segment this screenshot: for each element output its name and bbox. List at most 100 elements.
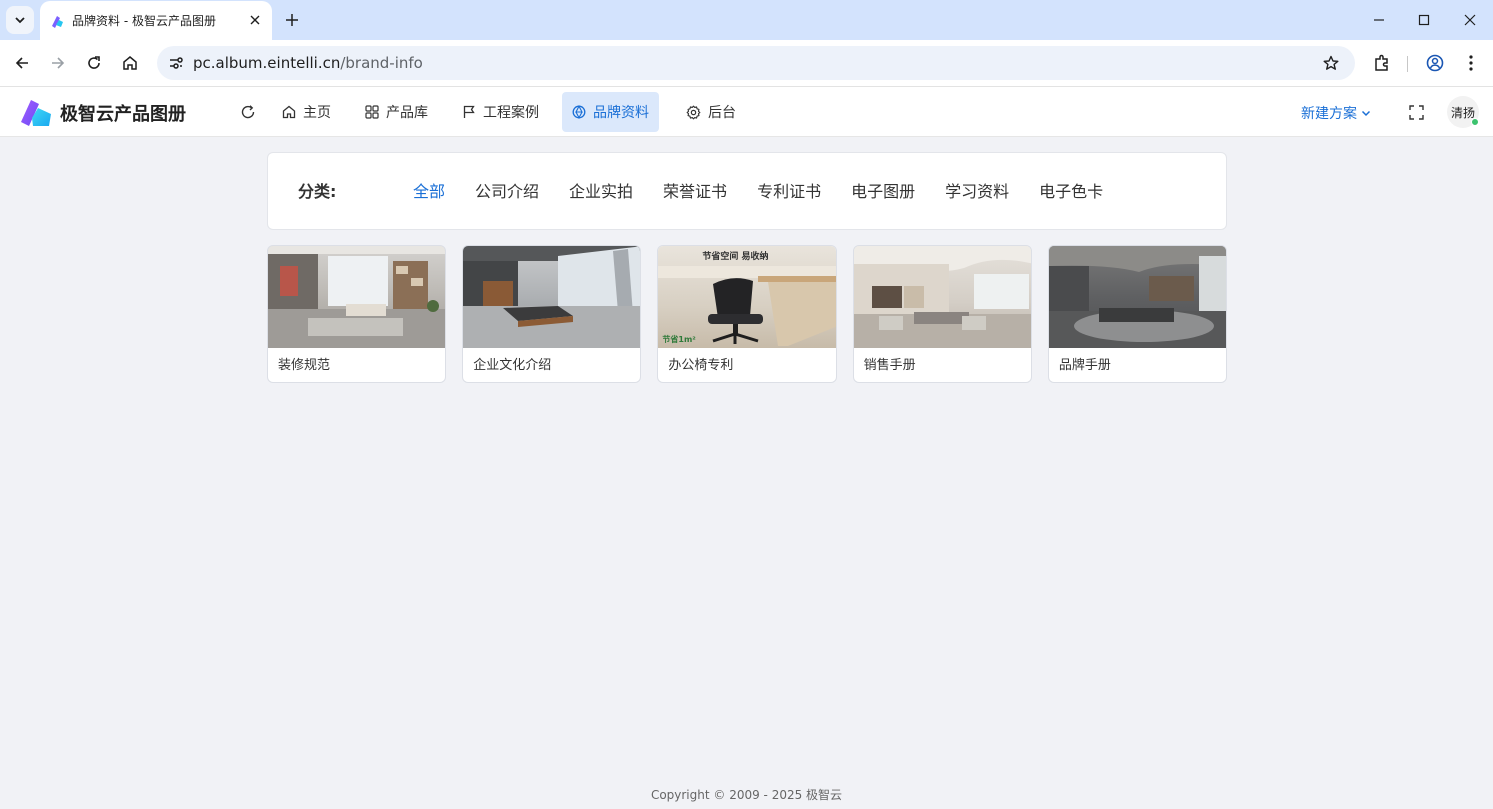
nav-home[interactable]: 主页: [272, 92, 341, 132]
reload-button[interactable]: [82, 51, 106, 75]
nav-backend[interactable]: 后台: [676, 92, 746, 132]
url-host: pc.album.eintelli.cn: [193, 54, 341, 72]
window-close-button[interactable]: [1458, 8, 1482, 32]
brand-icon: [572, 105, 586, 119]
window-minimize-button[interactable]: [1367, 8, 1391, 32]
fullscreen-icon: [1408, 104, 1424, 120]
category-e-catalog[interactable]: 电子图册: [851, 178, 915, 202]
chevron-down-icon: [1361, 110, 1371, 117]
nav-engineering-cases[interactable]: 工程案例: [452, 92, 549, 132]
category-honor-certificates[interactable]: 荣誉证书: [663, 178, 727, 202]
profile-icon: [1426, 54, 1444, 72]
user-name: 清扬: [1450, 105, 1475, 120]
tab-search-button[interactable]: [6, 6, 34, 34]
image-caption-bottom: 节省1m²: [662, 335, 696, 344]
tab-title: 品牌资料 - 极智云产品图册: [72, 14, 216, 28]
url-text: pc.album.eintelli.cn/brand-info: [193, 54, 423, 72]
tune-icon: [170, 57, 183, 69]
maximize-icon: [1418, 14, 1430, 26]
window-maximize-button[interactable]: [1412, 8, 1436, 32]
home-button[interactable]: [118, 51, 142, 75]
flag-icon: [463, 105, 475, 118]
toolbar-divider: [1407, 56, 1408, 72]
bookmark-button[interactable]: [1319, 51, 1343, 75]
category-filter-panel: 分类: 全部 公司介绍 企业实拍 荣誉证书 专利证书 电子图册 学习资料 电子色…: [267, 152, 1227, 230]
close-icon: [1464, 14, 1476, 26]
office-interior-image: [268, 246, 446, 348]
brand-name: 极智云产品图册: [60, 104, 186, 125]
image-caption-top: 节省空间 易收纳: [702, 252, 769, 262]
card-thumbnail: [853, 246, 1031, 348]
browser-tab-active[interactable]: 品牌资料 - 极智云产品图册: [40, 1, 272, 40]
category-list: 全部 公司介绍 企业实拍 荣誉证书 专利证书 电子图册 学习资料 电子色卡: [413, 178, 1103, 202]
material-card[interactable]: 品牌手册: [1047, 245, 1228, 383]
office-interior-image: [1048, 246, 1227, 348]
tab-close-button[interactable]: [246, 11, 264, 29]
category-patent-certificates[interactable]: 专利证书: [757, 178, 821, 202]
material-card[interactable]: 销售手册: [852, 245, 1032, 383]
filter-label: 分类:: [298, 182, 337, 201]
new-tab-button[interactable]: [281, 9, 303, 31]
card-thumbnail: 节省空间 易收纳 节省1m²: [658, 246, 836, 348]
brand-logo-icon: [21, 100, 51, 126]
card-thumbnail: [463, 246, 641, 348]
site-logo-icon: [52, 16, 63, 28]
home-icon: [282, 105, 296, 119]
refresh-icon: [241, 105, 255, 119]
home-icon: [123, 56, 137, 70]
nav-label: 品牌资料: [593, 105, 649, 121]
card-title: 企业文化介绍: [473, 358, 552, 373]
material-card[interactable]: 企业文化介绍: [462, 245, 642, 383]
online-status-dot: [1471, 118, 1479, 126]
refresh-button[interactable]: [239, 103, 257, 121]
nav-label: 后台: [708, 105, 736, 121]
category-learning-materials[interactable]: 学习资料: [945, 178, 1009, 202]
close-icon: [250, 15, 260, 25]
more-vert-icon: [1469, 55, 1473, 71]
card-title: 品牌手册: [1058, 358, 1111, 373]
url-path: /brand-info: [340, 54, 423, 72]
nav-label: 主页: [303, 105, 331, 121]
browser-tab-strip: 品牌资料 - 极智云产品图册: [0, 0, 1493, 40]
site-info-button[interactable]: [164, 51, 188, 75]
office-interior-image: [463, 246, 641, 348]
fullscreen-button[interactable]: [1407, 103, 1425, 121]
nav-product-library[interactable]: 产品库: [355, 92, 438, 132]
minimize-icon: [1374, 19, 1384, 21]
puzzle-icon: [1375, 54, 1388, 71]
browser-toolbar: pc.album.eintelli.cn/brand-info: [0, 40, 1493, 87]
browser-menu-button[interactable]: [1459, 51, 1483, 75]
new-plan-label: 新建方案: [1301, 106, 1357, 122]
address-bar[interactable]: pc.album.eintelli.cn/brand-info: [157, 46, 1355, 80]
nav-label: 工程案例: [483, 105, 539, 121]
gear-icon: [686, 105, 701, 119]
app-header: 极智云产品图册 主页 产品库 工程案例 品牌资料 后台 新建方案 清扬: [0, 87, 1493, 137]
footer-copyright: Copyright © 2009 - 2025 极智云: [650, 788, 843, 802]
card-title: 销售手册: [863, 358, 916, 373]
nav-label: 产品库: [386, 105, 428, 121]
card-thumbnail: [1048, 246, 1227, 348]
new-plan-dropdown[interactable]: 新建方案: [1301, 103, 1371, 123]
chevron-down-icon: [15, 17, 25, 24]
user-avatar[interactable]: 清扬: [1447, 96, 1479, 128]
reload-icon: [88, 56, 100, 69]
nav-brand-info[interactable]: 品牌资料: [562, 92, 659, 132]
card-title: 办公椅专利: [668, 358, 734, 373]
forward-button[interactable]: [46, 51, 70, 75]
office-interior-image: [853, 246, 1031, 348]
material-card[interactable]: 装修规范: [267, 245, 447, 383]
category-all[interactable]: 全部: [413, 178, 445, 202]
grid-icon: [365, 105, 379, 119]
extensions-button[interactable]: [1370, 51, 1394, 75]
card-title: 装修规范: [278, 358, 331, 373]
arrow-left-icon: [15, 57, 28, 69]
profile-button[interactable]: [1423, 51, 1447, 75]
material-card[interactable]: 节省空间 易收纳 节省1m² 办公椅专利: [657, 245, 837, 383]
plus-icon: [286, 14, 298, 26]
card-thumbnail: [268, 246, 446, 348]
back-button[interactable]: [10, 51, 34, 75]
category-company-intro[interactable]: 公司介绍: [475, 178, 539, 202]
arrow-right-icon: [52, 57, 65, 69]
category-color-cards[interactable]: 电子色卡: [1039, 178, 1103, 202]
category-enterprise-photos[interactable]: 企业实拍: [569, 178, 633, 202]
